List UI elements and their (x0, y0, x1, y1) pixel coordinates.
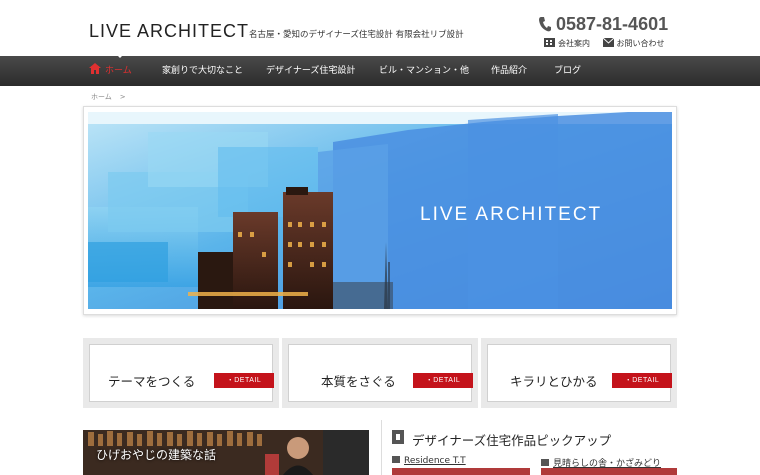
site-logo[interactable]: LIVE ARCHITECT (89, 21, 249, 42)
hero-banner: LIVE ARCHITECT (88, 112, 672, 309)
breadcrumb-home[interactable]: ホーム (91, 93, 112, 101)
hero-image: LIVE ARCHITECT (88, 112, 672, 309)
feature-card-shine[interactable]: キラリとひかる ・DETAIL (481, 338, 677, 408)
nav-home-label: ホーム (105, 66, 132, 76)
phone-icon (539, 17, 551, 32)
hero-overlay-text: LIVE ARCHITECT (420, 204, 602, 225)
feature-card-inner: キラリとひかる ・DETAIL (487, 344, 672, 402)
feature-label-theme: テーマをつくる (108, 374, 196, 389)
header-links: 会社案内 お問い合わせ (544, 38, 675, 49)
work-thumbnail-kazamidori[interactable] (541, 468, 677, 475)
bullet-icon (541, 459, 549, 466)
nav-item-home[interactable]: ホーム (89, 56, 132, 86)
feature-label-essence: 本質をさぐる (321, 374, 396, 389)
feature-card-inner: テーマをつくる ・DETAIL (89, 344, 274, 402)
company-info-link[interactable]: 会社案内 (544, 38, 593, 48)
feature-card-inner: 本質をさぐる ・DETAIL (288, 344, 473, 402)
work-thumbnail-residence-tt[interactable] (392, 468, 530, 475)
work-link-residence-tt[interactable]: Residence T.T (392, 456, 466, 466)
detail-button-essence[interactable]: ・DETAIL (413, 373, 473, 388)
pickup-icon (392, 430, 404, 444)
detail-button-theme[interactable]: ・DETAIL (214, 373, 274, 388)
nav-item-works[interactable]: 作品紹介 (491, 56, 527, 86)
feature-card-essence[interactable]: 本質をさぐる ・DETAIL (282, 338, 478, 408)
nav-item-important[interactable]: 家創りで大切なこと (162, 56, 243, 86)
mail-icon (602, 38, 614, 47)
nav-item-buildings[interactable]: ビル・マンション・他 (379, 56, 469, 86)
building-icon (544, 38, 555, 47)
nav-item-blog[interactable]: ブログ (554, 56, 581, 86)
nav-active-indicator (115, 53, 125, 58)
main-nav: ホーム 家創りで大切なこと デザイナーズ住宅設計 ビル・マンション・他 作品紹介… (0, 56, 760, 86)
nav-item-designers-house[interactable]: デザイナーズ住宅設計 (266, 56, 355, 86)
phone-number-text: 0587-81-4601 (556, 14, 669, 34)
contact-link[interactable]: お問い合わせ (602, 38, 665, 48)
company-info-label: 会社案内 (558, 39, 590, 48)
column-divider (381, 420, 382, 475)
work-label-residence-tt: Residence T.T (404, 456, 466, 466)
feature-label-shine: キラリとひかる (510, 374, 598, 389)
pickup-title: デザイナーズ住宅作品ピックアップ (412, 433, 612, 448)
site-header: LIVE ARCHITECT 名古屋・愛知のデザイナーズ住宅設計 有限会社リブ設… (0, 0, 760, 56)
breadcrumb: ホーム > (91, 92, 126, 102)
detail-button-shine[interactable]: ・DETAIL (612, 373, 672, 388)
site-tagline: 名古屋・愛知のデザイナーズ住宅設計 有限会社リブ設計 (249, 30, 464, 40)
bullet-icon (392, 456, 400, 463)
blog-banner-caption: ひげおやじの建築な話 (96, 448, 217, 462)
phone-number[interactable]: 0587-81-4601 (538, 14, 668, 35)
breadcrumb-separator: > (119, 93, 126, 101)
home-icon (89, 63, 101, 74)
contact-label: お問い合わせ (616, 39, 665, 48)
feature-card-theme[interactable]: テーマをつくる ・DETAIL (83, 338, 279, 408)
